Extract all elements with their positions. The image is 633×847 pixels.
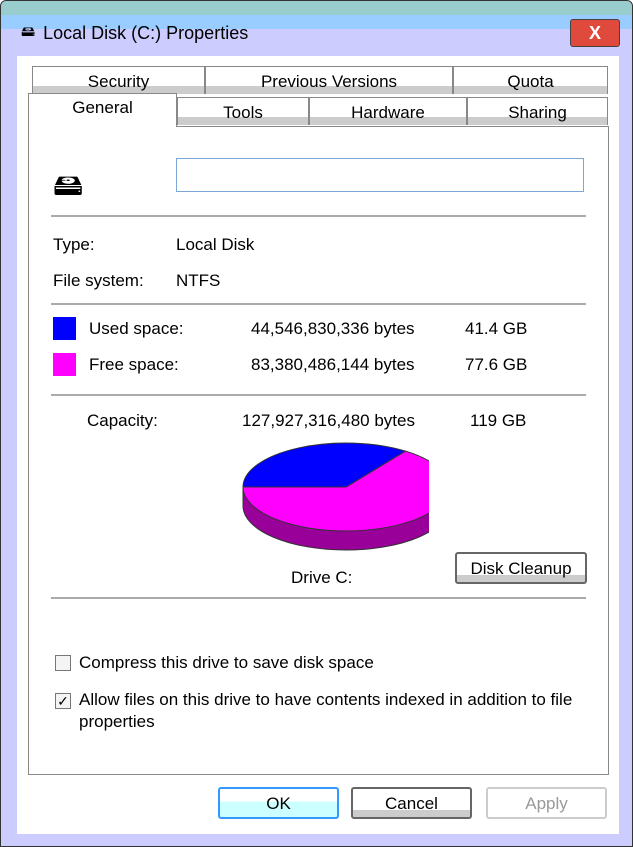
disk-usage-pie	[242, 442, 429, 551]
capacity-gb: 119 GB	[470, 411, 527, 430]
divider	[51, 394, 586, 396]
capacity-label: Capacity:	[87, 411, 158, 430]
drive-name-input[interactable]	[176, 158, 584, 192]
index-checkbox[interactable]: ✓	[55, 693, 71, 709]
divider	[51, 215, 586, 217]
drive-icon: 🖴	[21, 23, 36, 39]
tab-quota[interactable]: Quota	[453, 66, 608, 94]
index-label[interactable]: Allow files on this drive to have conten…	[79, 689, 589, 733]
fs-label: File system:	[53, 271, 144, 290]
cancel-button[interactable]: Cancel	[351, 787, 472, 819]
ok-button[interactable]: OK	[218, 787, 339, 819]
capacity-bytes: 127,927,316,480 bytes	[242, 411, 415, 430]
drive-label: Drive C:	[291, 568, 353, 587]
close-button[interactable]: X	[570, 19, 620, 47]
tab-security[interactable]: Security	[32, 66, 205, 94]
used-gb: 41.4 GB	[465, 319, 528, 338]
used-color-swatch	[53, 317, 76, 340]
type-value: Local Disk	[176, 235, 255, 254]
disk-cleanup-button[interactable]: Disk Cleanup	[455, 552, 587, 584]
tab-sharing[interactable]: Sharing	[467, 97, 608, 125]
free-color-swatch	[53, 353, 76, 376]
fs-value: NTFS	[176, 271, 221, 290]
compress-checkbox[interactable]	[55, 655, 71, 671]
type-label: Type:	[53, 235, 95, 254]
free-gb: 77.6 GB	[465, 355, 528, 374]
free-bytes: 83,380,486,144 bytes	[251, 355, 415, 374]
used-bytes: 44,546,830,336 bytes	[251, 319, 415, 338]
properties-window: 🖴 Local Disk (C:) Properties X Security …	[0, 0, 633, 847]
apply-button[interactable]: Apply	[486, 787, 607, 819]
tab-hardware[interactable]: Hardware	[309, 97, 467, 125]
compress-label[interactable]: Compress this drive to save disk space	[79, 653, 374, 673]
divider	[51, 303, 586, 305]
tab-previous-versions[interactable]: Previous Versions	[205, 66, 453, 94]
title-bar[interactable]	[1, 1, 632, 15]
drive-icon-large: 🖴	[53, 169, 84, 202]
used-label: Used space:	[89, 319, 184, 338]
window-title: 🖴 Local Disk (C:) Properties	[21, 21, 248, 45]
tab-tools[interactable]: Tools	[177, 97, 309, 125]
general-panel: 🖴 Type: Local Disk File system: NTFS Use…	[28, 126, 609, 775]
tab-general[interactable]: General	[28, 93, 177, 127]
free-label: Free space:	[89, 355, 179, 374]
dialog-body: Security Previous Versions Quota General…	[17, 56, 619, 834]
divider	[51, 597, 586, 599]
